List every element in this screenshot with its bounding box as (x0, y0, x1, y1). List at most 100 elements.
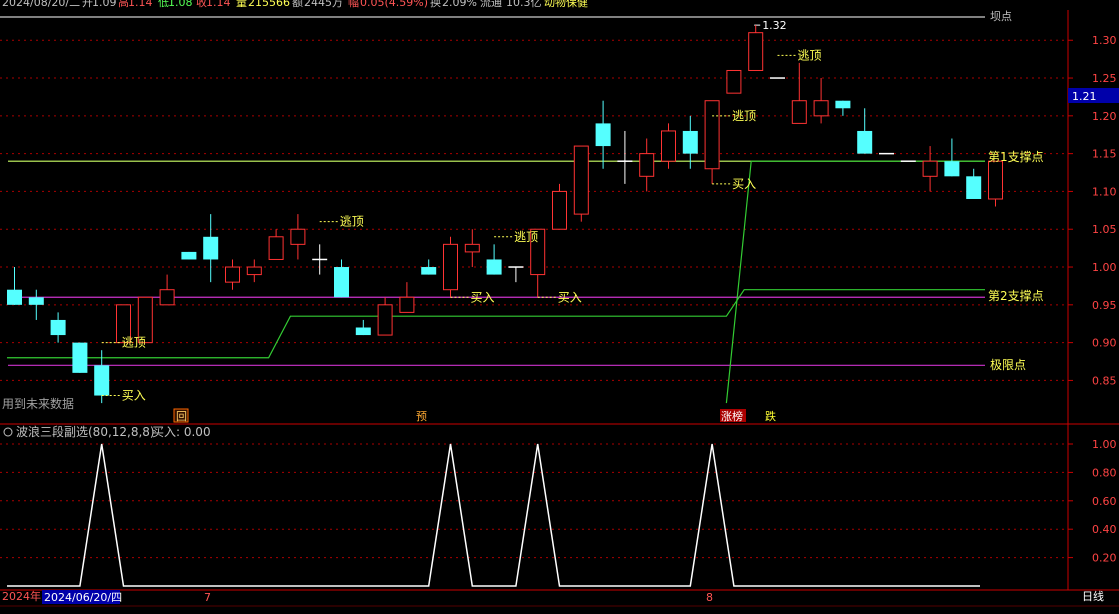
y-tick-label: 1.15 (1092, 148, 1117, 161)
header-right-label: 坝点 (990, 9, 1012, 23)
candle-body (944, 161, 960, 177)
svg-text:1.09: 1.09 (92, 0, 117, 9)
svg-text:2.09%: 2.09% (442, 0, 477, 9)
candle-body (50, 319, 66, 336)
candle-body (377, 304, 393, 336)
candle-body (988, 160, 1003, 200)
candle-body (857, 130, 873, 154)
sub-tick-label: 0.60 (1092, 495, 1117, 508)
stock-chart-window[interactable]: 0.85 0.90 0.95 1.00 1.05 1.10 1.15 1.20 1.25 1.30… (0, 0, 1119, 610)
candle (726, 69, 742, 94)
svg-text:动物保健: 动物保健 (544, 0, 588, 9)
candle (181, 251, 197, 260)
future-data-note: 用到未来数据 (2, 396, 74, 411)
candle-body (225, 266, 240, 283)
candle-body (813, 100, 829, 117)
candle-body (443, 243, 458, 291)
svg-text:215566: 215566 (248, 0, 290, 9)
candle-body (922, 160, 938, 177)
footer-tick-2: 8 (706, 591, 713, 604)
marker-zhangbang: 涨榜 (721, 409, 743, 423)
y-tick-label: 1.30 (1092, 34, 1117, 47)
footer-tick-1: 7 (204, 591, 211, 604)
y-tick-label: 0.95 (1092, 299, 1117, 312)
candle-body (639, 153, 655, 177)
candle-body (399, 296, 415, 313)
svg-text:量: 量 (236, 0, 247, 9)
svg-text:额: 额 (292, 0, 303, 9)
header-date: 2024/08/20/二 (2, 0, 80, 9)
top-signal-label: 逃顶 (514, 230, 538, 244)
top-signal-label: 逃顶 (798, 48, 822, 62)
candle-body (246, 266, 262, 276)
period-label[interactable]: 日线 (1082, 589, 1104, 603)
candle-body (661, 130, 676, 162)
footer-date: 2024/06/20/四 (44, 591, 122, 604)
y-tick-label: 0.90 (1092, 337, 1117, 350)
y-tick-label: 1.00 (1092, 261, 1117, 274)
limit-point-label: 极限点 (990, 358, 1026, 372)
buy-signal-label: 买入 (732, 177, 756, 191)
marker-hui: 回 (176, 410, 187, 423)
svg-text:1.08: 1.08 (168, 0, 193, 9)
svg-text:1.14: 1.14 (128, 0, 153, 9)
sub-tick-label: 1.00 (1092, 438, 1117, 451)
candle-body (486, 259, 502, 275)
top-signal-label: 逃顶 (340, 215, 364, 229)
support1-label: 第1支撑点 (988, 149, 1044, 164)
candle-body (334, 267, 349, 298)
current-price-tag: 1.21 (1072, 90, 1097, 103)
svg-text:换: 换 (430, 0, 441, 9)
candle-body (835, 100, 851, 109)
svg-text:10.3亿: 10.3亿 (506, 0, 542, 9)
svg-text:0.05(4.59%): 0.05(4.59%) (360, 0, 428, 9)
max-marker-label: 1.32 (762, 19, 787, 32)
y-tick-label: 1.05 (1092, 223, 1117, 236)
y-tick-label: 1.20 (1092, 110, 1117, 123)
svg-text:流通: 流通 (480, 0, 502, 9)
candle-body (682, 130, 698, 154)
candle-body (355, 327, 371, 336)
candle-body (7, 289, 22, 305)
sub-panel-buy-value: 买入: 0.00 (152, 425, 211, 439)
candle-body (464, 243, 480, 253)
candle-body (94, 365, 110, 396)
candle-body (791, 100, 807, 124)
buy-signal-label: 买入 (471, 290, 495, 304)
candle-body (181, 251, 197, 260)
marker-yu: 预 (416, 410, 427, 423)
svg-text:1.14: 1.14 (206, 0, 231, 9)
candle-body (552, 190, 567, 230)
header-quote: 开 1.09 高 1.14 低 1.08 收 1.14 量 215566 额 2… (82, 0, 588, 9)
candle-body (203, 236, 219, 260)
buy-signal-label: 买入 (122, 389, 146, 403)
candle-body (748, 32, 764, 71)
top-signal-label: 逃顶 (732, 109, 756, 123)
candle-body (421, 267, 437, 275)
candle-body (966, 176, 982, 199)
candle (72, 342, 88, 373)
candle (573, 145, 589, 222)
candle-body (72, 342, 88, 373)
sub-panel-title: 波浪三段副选(80,12,8,8) (16, 424, 155, 439)
sub-tick-label: 0.20 (1092, 552, 1117, 565)
sub-tick-label: 0.80 (1092, 466, 1117, 479)
candle-body (704, 100, 720, 170)
candle-body (573, 145, 589, 215)
footer-year: 2024年 (2, 589, 41, 603)
support2-label: 第2支撑点 (988, 288, 1044, 303)
candle-body (268, 236, 284, 260)
y-tick-label: 1.25 (1092, 72, 1117, 85)
y-tick-label: 0.85 (1092, 374, 1117, 387)
candle-body (28, 297, 44, 305)
svg-text:2445万: 2445万 (304, 0, 343, 9)
marker-die: 跌 (765, 409, 776, 423)
svg-text:幅: 幅 (348, 0, 359, 9)
top-signal-label: 逃顶 (122, 336, 146, 350)
sub-tick-label: 0.40 (1092, 523, 1117, 536)
buy-signal-label: 买入 (558, 290, 582, 304)
candle-body (159, 289, 175, 306)
candle-body (290, 228, 306, 245)
candle-body (595, 123, 611, 147)
candle (443, 236, 458, 298)
